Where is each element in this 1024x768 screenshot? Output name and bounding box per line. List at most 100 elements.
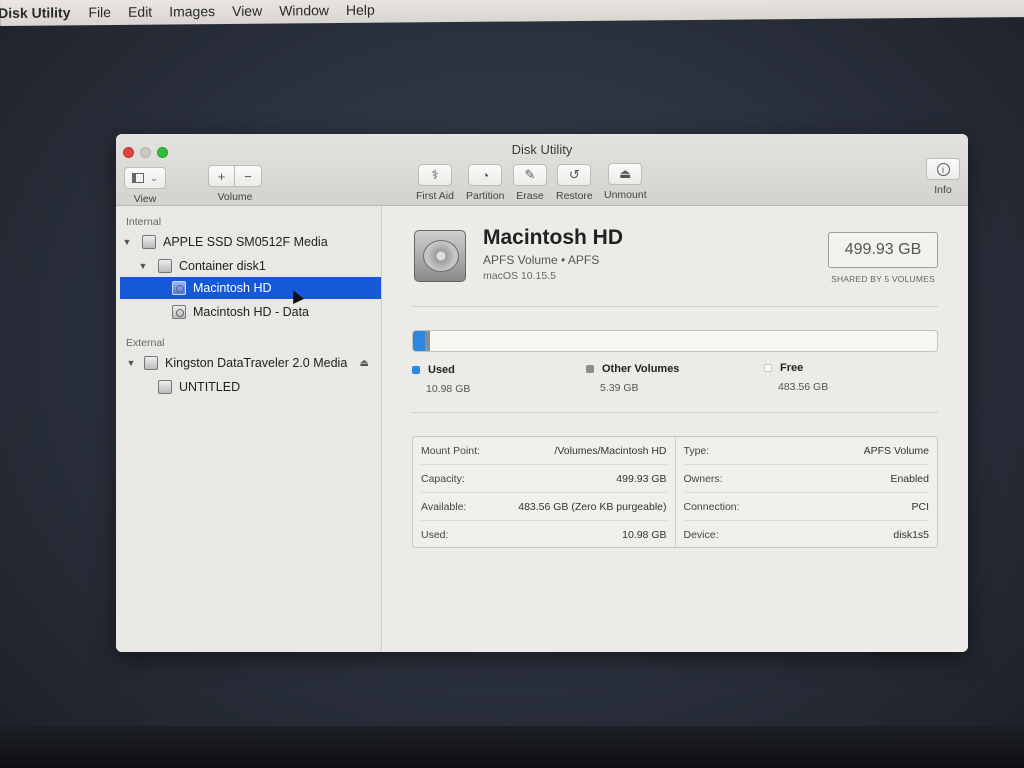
info-key: Capacity: [421,472,465,485]
plus-icon: + [217,168,226,184]
menu-view[interactable]: View [232,3,262,19]
sidebar-item-label: Kingston DataTraveler 2.0 Media [165,356,348,370]
internal-disk-icon [142,235,156,249]
menu-app-name[interactable]: Disk Utility [0,4,71,21]
free-swatch [764,364,772,372]
unmount-button[interactable]: ⏏ [608,163,643,185]
info-key: Used: [421,529,449,541]
sidebar-item-container[interactable]: ▼ Container disk1 [116,255,381,277]
minus-icon: − [244,168,252,184]
partition-button[interactable]: ◔ [468,164,503,186]
partition-tool[interactable]: ◔ Partition [466,164,505,202]
other-swatch [586,365,594,373]
stethoscope-icon: ⚕ [431,167,439,182]
info-label: Info [934,184,952,196]
info-value: Enabled [890,472,929,485]
disk-utility-window: Disk Utility ⌄ View + − Volume ⚕ First A… [116,134,968,652]
info-table: Mount Point: /Volumes/Macintosh HD Capaci… [412,436,938,548]
sidebar-item-macintosh-hd[interactable]: Macintosh HD [120,277,381,299]
eject-icon[interactable]: ⏏ [360,358,369,369]
info-icon: i [936,162,950,176]
info-button[interactable]: i [926,158,960,180]
volume-icon [158,380,172,394]
volume-type: APFS Volume • APFS [483,253,600,267]
divider [412,412,938,413]
volume-control: + − Volume [208,165,262,203]
info-row: Capacity: 499.93 GB [421,465,667,493]
disclosure-triangle-icon[interactable]: ▼ [122,237,132,247]
unmount-tool[interactable]: ⏏ Unmount [604,163,647,201]
menu-file[interactable]: File [88,4,111,20]
erase-tool[interactable]: ✎ Erase [513,164,547,202]
used-swatch [412,366,420,374]
first-aid-tool[interactable]: ⚕ First Aid [416,164,454,202]
menu-images[interactable]: Images [169,3,215,19]
sidebar-section-external: External [126,337,165,349]
info-key: Owners: [683,472,723,485]
menu-window[interactable]: Window [279,2,329,18]
menu-bar: Disk Utility File Edit Images View Windo… [0,0,1024,26]
first-aid-label: First Aid [416,190,454,202]
volume-os: macOS 10.15.5 [483,270,556,282]
restore-tool[interactable]: ↺ Restore [556,164,593,202]
sidebar-item-label: Macintosh HD - Data [193,305,310,319]
info-key: Available: [421,500,467,513]
info-tool[interactable]: i Info [926,158,960,196]
info-key: Device: [683,529,719,541]
view-control: ⌄ View [124,167,166,205]
erase-label: Erase [516,190,544,202]
divider [412,306,938,307]
legend-free-value: 483.56 GB [778,381,829,393]
info-row: Mount Point: /Volumes/Macintosh HD [421,437,667,465]
sidebar-item-label: APPLE SSD SM0512F Media [163,235,328,249]
info-column-right: Type: APFS Volume Owners: Enabled Connecti… [674,437,938,549]
legend-other: Other Volumes 5.39 GB [586,363,679,394]
info-key: Type: [683,444,710,457]
info-value: APFS Volume [863,444,929,457]
info-row: Connection: PCI [683,493,929,521]
info-row: Used: 10.98 GB [421,521,667,549]
info-value: 499.93 GB [616,472,667,485]
usage-bar-used [413,331,425,351]
partition-label: Partition [466,190,505,202]
sidebar-item-label: Macintosh HD [193,281,272,295]
unmount-label: Unmount [604,189,647,201]
legend-used: Used 10.98 GB [412,364,470,395]
legend-other-label: Other Volumes [602,363,680,375]
remove-volume-button[interactable]: − [235,165,262,187]
legend-other-value: 5.39 GB [600,382,639,394]
sidebar-item-macintosh-hd-data[interactable]: Macintosh HD - Data [116,301,381,323]
disclosure-triangle-icon[interactable]: ▼ [126,358,136,368]
info-row: Device: disk1s5 [684,521,930,549]
disclosure-triangle-icon[interactable]: ▼ [138,261,148,271]
restore-label: Restore [556,190,593,202]
info-row: Owners: Enabled [683,465,929,493]
eject-icon: ⏏ [619,166,632,181]
sidebar-icon [132,173,145,183]
container-icon [158,259,172,273]
pencil-icon: ✎ [524,167,536,182]
restore-icon: ↺ [568,167,580,182]
sidebar-item-kingston[interactable]: ▼ Kingston DataTraveler 2.0 Media ⏏ [116,352,381,374]
sidebar-item-untitled[interactable]: UNTITLED [116,376,381,398]
chevron-down-icon: ⌄ [150,172,158,183]
usage-bar [412,330,938,352]
info-key: Mount Point: [421,444,480,457]
title-bar: Disk Utility ⌄ View + − Volume ⚕ First A… [116,134,968,206]
legend-free-label: Free [780,362,804,374]
legend-used-value: 10.98 GB [426,383,471,395]
first-aid-button[interactable]: ⚕ [417,164,452,186]
sidebar-section-internal: Internal [126,216,162,228]
erase-button[interactable]: ✎ [513,164,547,186]
add-volume-button[interactable]: + [208,165,235,187]
info-value: /Volumes/Macintosh HD [554,444,667,457]
sidebar: Internal ▼ APPLE SSD SM0512F Media ▼ Con… [116,206,382,652]
restore-button[interactable]: ↺ [557,164,592,186]
view-button[interactable]: ⌄ [124,167,166,189]
legend-free: Free 483.56 GB [764,362,828,393]
menu-help[interactable]: Help [346,2,375,18]
sidebar-item-apple-ssd[interactable]: ▼ APPLE SSD SM0512F Media [116,231,381,253]
info-row: Available: 483.56 GB (Zero KB purgeable) [421,493,667,521]
menu-edit[interactable]: Edit [128,4,152,20]
pie-chart-icon: ◔ [481,167,490,183]
